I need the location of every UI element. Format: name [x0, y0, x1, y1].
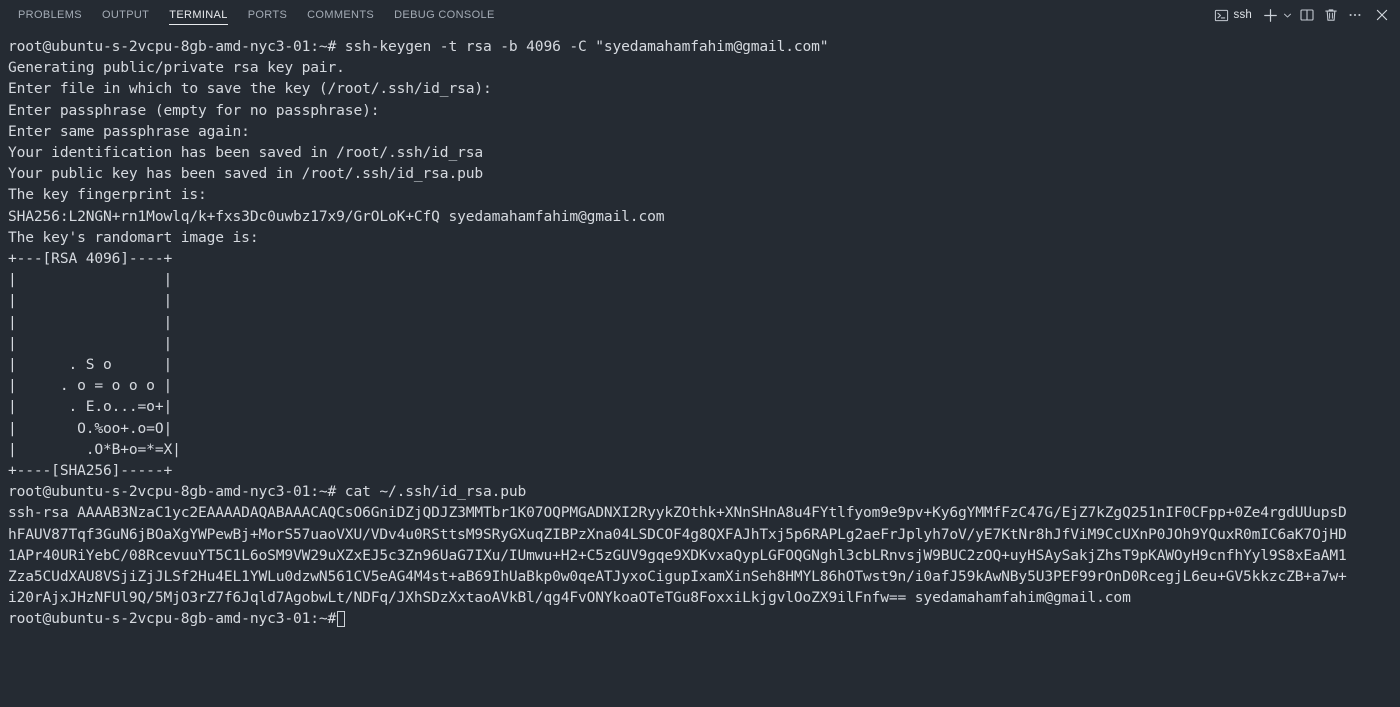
- terminal-line: Your public key has been saved in /root/…: [8, 165, 483, 183]
- ellipsis-icon: [1347, 7, 1363, 23]
- tab-problems-label: PROBLEMS: [18, 9, 82, 21]
- trash-icon: [1323, 7, 1339, 23]
- public-key-line: i20rAjxJHzNFUl9Q/5MjO3rZ7f6Jqld7AgobwLt/…: [8, 589, 1131, 607]
- close-panel-button[interactable]: [1368, 4, 1392, 26]
- new-terminal-dropdown-button[interactable]: [1280, 4, 1294, 26]
- randomart-line: +---[RSA 4096]----+: [8, 250, 173, 268]
- randomart-line: | . o = o o o |: [8, 377, 173, 395]
- terminal-output-area[interactable]: root@ubuntu-s-2vcpu-8gb-amd-nyc3-01:~# s…: [0, 30, 1400, 707]
- randomart-line: | |: [8, 313, 173, 331]
- tab-output-label: OUTPUT: [101, 9, 150, 21]
- chevron-down-icon: [1282, 10, 1293, 21]
- randomart-line: +----[SHA256]-----+: [8, 462, 173, 480]
- terminal-line: Your identification has been saved in /r…: [8, 144, 483, 162]
- tab-debug-console-label: DEBUG CONSOLE: [394, 9, 495, 21]
- terminal-line: root@ubuntu-s-2vcpu-8gb-amd-nyc3-01:~# s…: [8, 38, 829, 55]
- tab-output[interactable]: OUTPUT: [92, 0, 159, 30]
- panel-tab-list: PROBLEMS OUTPUT TERMINAL PORTS COMMENTS …: [0, 0, 505, 30]
- terminal-cursor: [337, 611, 346, 628]
- tab-ports[interactable]: PORTS: [238, 0, 297, 30]
- terminal-line: Enter passphrase (empty for no passphras…: [8, 101, 380, 119]
- randomart-line: | . S o |: [8, 356, 173, 374]
- terminal-line: root@ubuntu-s-2vcpu-8gb-amd-nyc3-01:~# c…: [8, 483, 527, 501]
- randomart-line: | . E.o...=o+|: [8, 398, 173, 416]
- tab-terminal[interactable]: TERMINAL: [159, 0, 237, 30]
- new-terminal-button[interactable]: [1259, 4, 1282, 26]
- terminal-line: Generating public/private rsa key pair.: [8, 59, 345, 77]
- terminal-line: The key's randomart image is:: [8, 228, 259, 246]
- terminal-line: SHA256:L2NGN+rn1Mowlq/k+fxs3Dc0uwbz17x9/…: [8, 207, 665, 225]
- tab-comments-label: COMMENTS: [307, 9, 375, 21]
- public-key-line: Zza5CUdXAU8VSjiZjJLSf2Hu4EL1YWLu0dzwN561…: [8, 568, 1347, 586]
- randomart-line: | O.%oo+.o=O|: [8, 419, 173, 437]
- split-panel-icon: [1299, 7, 1315, 23]
- active-terminal-indicator[interactable]: ssh: [1211, 4, 1258, 26]
- public-key-line: hFAUV87Tqf3GuN6jBOaXgYWPewBj+MorS57uaoVX…: [8, 525, 1347, 543]
- tab-comments[interactable]: COMMENTS: [297, 0, 384, 30]
- split-terminal-button[interactable]: [1296, 4, 1318, 26]
- public-key-line: 1APr40URiYebC/08RcevuuYT5C1L6oSM9VW29uXZ…: [8, 546, 1347, 564]
- tab-problems[interactable]: PROBLEMS: [8, 0, 92, 30]
- randomart-line: | |: [8, 334, 173, 352]
- close-icon: [1374, 7, 1390, 23]
- terminal-icon: [1214, 8, 1229, 23]
- plus-icon: [1262, 7, 1279, 24]
- terminal-line: Enter same passphrase again:: [8, 122, 250, 140]
- public-key-line: ssh-rsa AAAAB3NzaC1yc2EAAAADAQABAAACAQCs…: [8, 504, 1347, 522]
- terminal-line: Enter file in which to save the key (/ro…: [8, 80, 492, 98]
- terminal-prompt-line[interactable]: root@ubuntu-s-2vcpu-8gb-amd-nyc3-01:~#: [8, 608, 1400, 629]
- randomart-line: | |: [8, 292, 173, 310]
- panel-action-bar: ssh: [1211, 0, 1400, 30]
- more-actions-button[interactable]: [1344, 4, 1366, 26]
- tab-terminal-label: TERMINAL: [169, 9, 228, 21]
- tab-debug-console[interactable]: DEBUG CONSOLE: [384, 0, 505, 30]
- kill-terminal-button[interactable]: [1320, 4, 1342, 26]
- randomart-line: | .O*B+o=*=X|: [8, 440, 181, 458]
- randomart-line: | |: [8, 271, 173, 289]
- terminal-line: The key fingerprint is:: [8, 186, 207, 204]
- tab-ports-label: PORTS: [247, 9, 288, 21]
- terminal-panel-header: PROBLEMS OUTPUT TERMINAL PORTS COMMENTS …: [0, 0, 1400, 30]
- active-terminal-label: ssh: [1233, 9, 1252, 21]
- terminal-prompt-text: root@ubuntu-s-2vcpu-8gb-amd-nyc3-01:~#: [8, 610, 337, 628]
